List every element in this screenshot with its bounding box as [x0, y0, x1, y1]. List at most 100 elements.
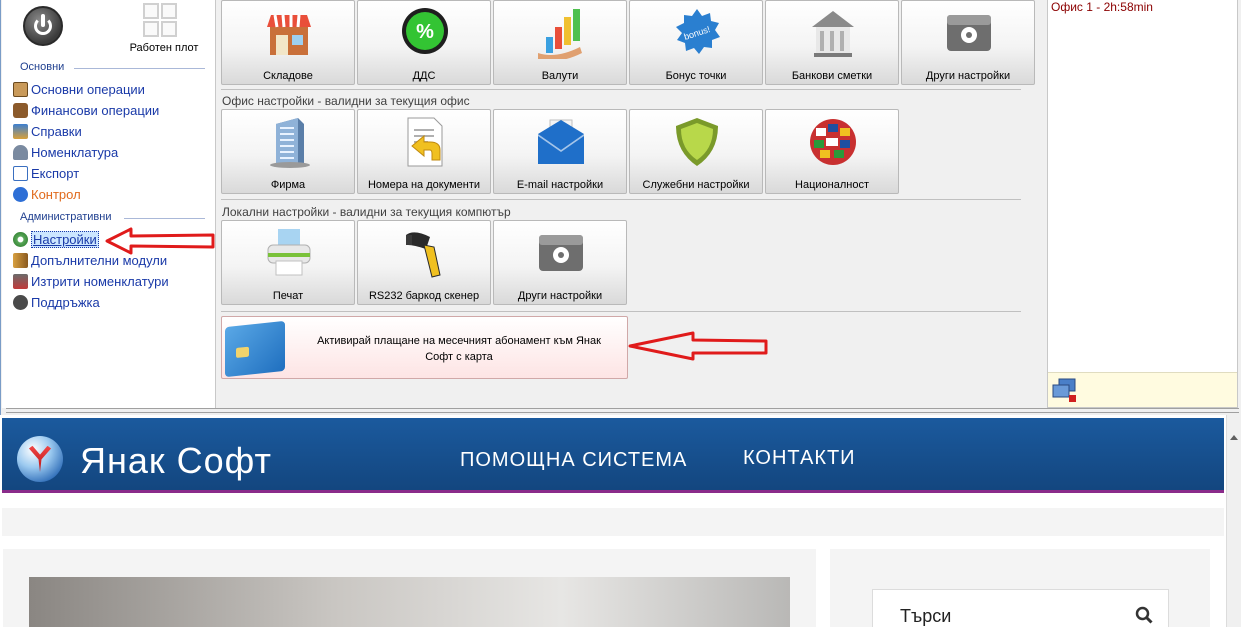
section-divider	[74, 68, 205, 69]
tile-bonus-points[interactable]: bonus! Бонус точки	[629, 0, 763, 85]
nav-item-support[interactable]: Поддръжка	[13, 293, 100, 312]
left-navigation: Работен плот Основни Основни операции Фи…	[2, 0, 216, 408]
red-arrow-to-settings	[105, 227, 215, 255]
vat-percent-icon: %	[402, 8, 448, 54]
section-admin-heading: Административни	[20, 211, 112, 223]
sub-header-strip	[2, 508, 1224, 536]
modules-icon	[13, 253, 28, 268]
tile-label: Бонус точки	[665, 70, 727, 82]
nav-item-reports[interactable]: Справки	[13, 122, 82, 141]
tile-label: Номера на документи	[367, 179, 481, 191]
group-divider	[221, 199, 1021, 200]
tile-label: Фирма	[270, 179, 306, 191]
tile-company[interactable]: Фирма	[221, 109, 355, 194]
tile-label: ДДС	[412, 70, 436, 82]
tile-label: Други настройки	[925, 70, 1011, 82]
nav-item-label: Финансови операции	[31, 103, 160, 118]
nav-item-control[interactable]: Контрол	[13, 185, 81, 204]
nav-item-deleted-nomenclatures[interactable]: Изтрити номенклатури	[13, 272, 169, 291]
power-icon[interactable]	[23, 6, 63, 46]
tile-currencies[interactable]: Валути	[493, 0, 627, 85]
local-settings-heading: Локални настройки - валидни за текущия к…	[222, 205, 511, 219]
tile-service-settings[interactable]: Служебни настройки	[629, 109, 763, 194]
nav-item-label: Поддръжка	[31, 295, 100, 310]
tile-nationality[interactable]: Националност	[765, 109, 899, 194]
tile-label: Банкови сметки	[791, 70, 873, 82]
shield-icon	[676, 118, 718, 166]
tile-label: Складове	[263, 70, 313, 82]
desktop-icon[interactable]	[143, 3, 179, 39]
document-arrow-icon	[407, 117, 443, 167]
nav-item-label: Контрол	[31, 187, 81, 202]
person-icon	[13, 145, 28, 160]
nav-item-label: Настройки	[31, 231, 99, 248]
application-window: Работен плот Основни Основни операции Фи…	[0, 0, 1241, 415]
office-status-panel: Офис 1 - 2h:58min	[1047, 0, 1238, 408]
tile-bank-accounts[interactable]: Банкови сметки	[765, 0, 899, 85]
tile-label: Националност	[795, 179, 869, 191]
office-settings-heading: Офис настройки - валидни за текущия офис	[222, 94, 470, 108]
nav-item-settings[interactable]: Настройки	[13, 230, 99, 249]
shop-icon	[267, 14, 311, 55]
card-payment-text: Активирай плащане на месечният абонамент…	[317, 335, 601, 363]
svg-text:%: %	[416, 21, 434, 43]
nav-item-export[interactable]: Експорт	[13, 164, 79, 183]
scroll-up-icon[interactable]	[1230, 435, 1238, 440]
tile-label: Други настройки	[517, 290, 603, 302]
tile-document-numbers[interactable]: Номера на документи	[357, 109, 491, 194]
site-header: Янак Софт ПОМОЩНА СИСТЕМА КОНТАКТИ	[2, 418, 1224, 493]
nav-item-label: Справки	[31, 124, 82, 139]
currency-chart-icon	[538, 9, 582, 59]
network-computers-icon[interactable]	[1051, 377, 1077, 403]
tile-barcode-scanner[interactable]: RS232 баркод скенер	[357, 220, 491, 305]
article-image	[29, 577, 790, 627]
vertical-scrollbar[interactable]	[1226, 415, 1241, 627]
menu-contacts[interactable]: КОНТАКТИ	[743, 447, 856, 470]
settings-box-icon	[539, 235, 583, 271]
nav-item-nomenclature[interactable]: Номенклатура	[13, 143, 118, 162]
gear-icon	[13, 232, 28, 247]
tile-other-settings[interactable]: Други настройки	[901, 0, 1035, 85]
nav-item-basic-operations[interactable]: Основни операции	[13, 80, 145, 99]
nav-item-label: Изтрити номенклатури	[31, 274, 169, 289]
printer-icon	[267, 229, 311, 276]
tile-label: RS232 баркод скенер	[368, 290, 480, 302]
tile-warehouses[interactable]: Складове	[221, 0, 355, 85]
info-icon	[13, 187, 28, 202]
site-sidebar: Търси	[830, 549, 1210, 627]
site-logo-text[interactable]: Янак Софт	[80, 440, 272, 482]
tile-other-local-settings[interactable]: Други настройки	[493, 220, 627, 305]
tile-print[interactable]: Печат	[221, 220, 355, 305]
wallet-icon	[13, 103, 28, 118]
tile-label: Печат	[272, 290, 304, 302]
nav-item-label: Номенклатура	[31, 145, 119, 160]
section-divider	[124, 218, 205, 219]
status-footer	[1048, 372, 1237, 407]
tile-email-settings[interactable]: E-mail настройки	[493, 109, 627, 194]
search-input[interactable]: Търси	[900, 606, 951, 627]
group-divider	[221, 311, 1021, 312]
card-payment-banner[interactable]: Активирай плащане на месечният абонамент…	[221, 316, 628, 379]
group-divider	[221, 89, 1021, 90]
search-icon[interactable]	[1135, 606, 1153, 624]
desktop-label[interactable]: Работен плот	[124, 42, 204, 54]
search-box[interactable]: Търси	[872, 589, 1169, 627]
tile-label: E-mail настройки	[516, 179, 604, 191]
settings-box-icon	[947, 15, 991, 51]
section-basic-heading: Основни	[20, 61, 65, 73]
deleted-person-icon	[13, 274, 28, 289]
menu-help-system[interactable]: ПОМОЩНА СИСТЕМА	[460, 449, 687, 472]
tile-vat[interactable]: % ДДС	[357, 0, 491, 85]
barcode-scanner-icon	[406, 232, 441, 278]
nav-item-financial-operations[interactable]: Финансови операции	[13, 101, 159, 120]
flags-globe-icon	[810, 119, 856, 165]
tile-label: Служебни настройки	[642, 179, 750, 191]
notebook-icon	[13, 82, 28, 97]
window-splitter[interactable]	[6, 408, 1239, 413]
website-area: Янак Софт ПОМОЩНА СИСТЕМА КОНТАКТИ Търси	[0, 415, 1241, 627]
nav-item-label: Основни операции	[31, 82, 145, 97]
email-envelope-icon	[538, 119, 584, 164]
office-status-text: Офис 1 - 2h:58min	[1051, 0, 1153, 14]
company-building-icon	[270, 118, 310, 168]
logo-icon[interactable]	[17, 436, 63, 482]
